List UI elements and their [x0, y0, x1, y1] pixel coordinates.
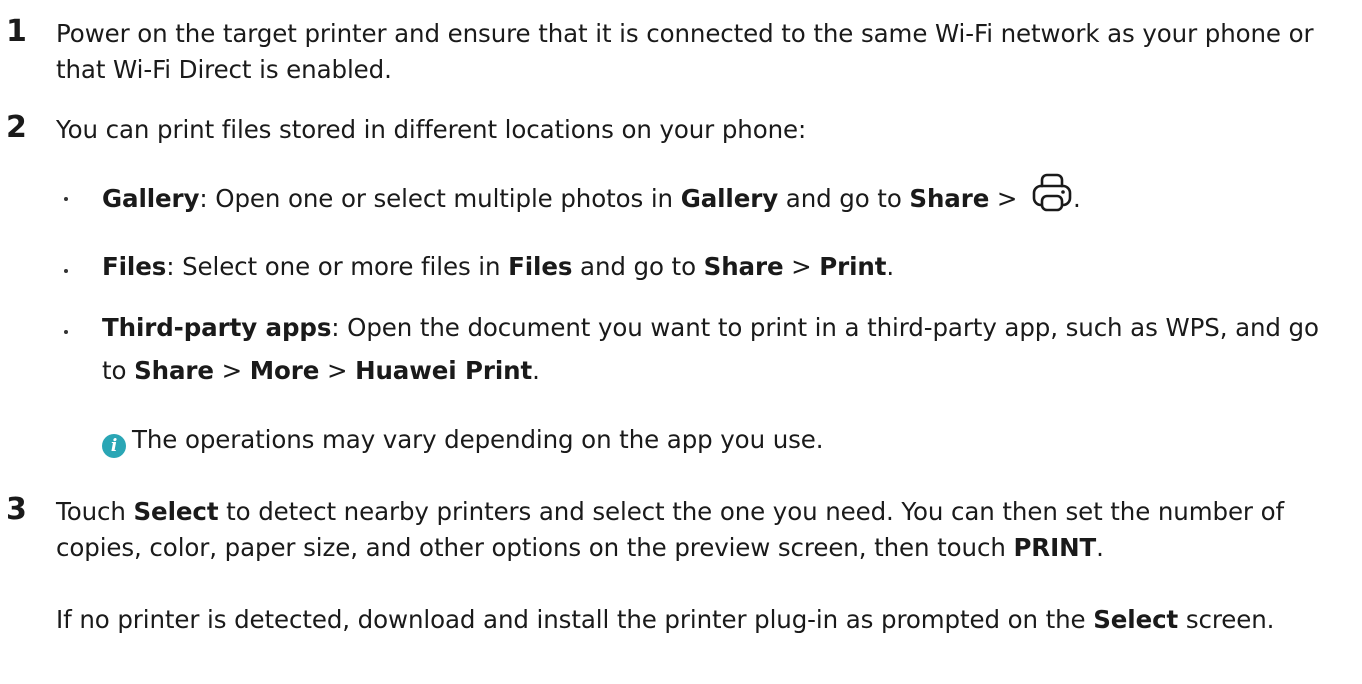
step-paragraph: If no printer is detected, download and …	[56, 602, 1338, 638]
step-segment: .	[1096, 533, 1104, 562]
step-segment: Touch	[56, 497, 134, 526]
bullet-segment: .	[532, 356, 540, 385]
bullet-dot	[64, 330, 68, 334]
bullet-bold: Share	[134, 356, 214, 385]
step-1: 1 Power on the target printer and ensure…	[0, 14, 1362, 86]
bullet-dot	[64, 269, 68, 273]
step-number: 1	[6, 14, 27, 49]
list-item: Third-party apps: Open the document you …	[0, 306, 1362, 392]
bullet-dot	[64, 197, 68, 201]
step-number: 2	[6, 110, 27, 145]
bullet-text: Gallery: Open one or select multiple pho…	[102, 173, 1338, 220]
bullet-segment: >	[783, 252, 820, 281]
bullet-bold: More	[249, 356, 320, 385]
bullet-segment: .	[886, 252, 895, 281]
note: i The operations may vary depending on th…	[102, 422, 824, 458]
step-bold: PRINT	[1013, 533, 1097, 562]
bullet-text: Files: Select one or more files in Files…	[102, 245, 1338, 288]
bullet-bold: Share	[703, 252, 784, 281]
bullet-text: Third-party apps: Open the document you …	[102, 306, 1338, 392]
step-segment: screen.	[1178, 605, 1275, 634]
bullet-segment: >	[319, 356, 356, 385]
info-icon: i	[102, 434, 126, 458]
bullet-segment: : Open one or select multiple photos in	[199, 184, 681, 213]
step-bold: Select	[1093, 605, 1179, 634]
step-2: 2 You can print files stored in differen…	[0, 110, 1362, 146]
bullet-bold: Files	[508, 252, 573, 281]
list-item: Files: Select one or more files in Files…	[0, 245, 1362, 289]
bullet-segment: >	[213, 356, 250, 385]
step-text: Power on the target printer and ensure t…	[56, 19, 1314, 84]
bullet-segment: .	[1073, 184, 1081, 213]
bullet-bold: Print	[819, 252, 887, 281]
printer-icon	[1031, 173, 1073, 213]
step-number: 3	[6, 492, 27, 527]
bullet-bold: Share	[909, 184, 990, 213]
bullet-label: Files	[102, 252, 167, 281]
bullet-bold: Gallery	[680, 184, 779, 213]
step-segment: If no printer is detected, download and …	[56, 605, 1094, 634]
bullet-label: Third-party apps	[102, 313, 332, 342]
bullet-bold: Huawei Print	[355, 356, 533, 385]
step-text: You can print files stored in different …	[56, 115, 807, 144]
bullet-segment: and go to	[572, 252, 704, 281]
step-text: Touch Select to detect nearby printers a…	[56, 494, 1338, 566]
bullet-label: Gallery	[102, 184, 200, 213]
step-3: 3 Touch Select to detect nearby printers…	[0, 492, 1362, 678]
step-bold: Select	[133, 497, 219, 526]
note-text: The operations may vary depending on the…	[132, 425, 824, 454]
list-item: Gallery: Open one or select multiple pho…	[0, 173, 1362, 217]
bullet-segment: : Select one or more files in	[166, 252, 509, 281]
bullet-segment: and go to	[778, 184, 910, 213]
bullet-segment: >	[989, 184, 1026, 213]
